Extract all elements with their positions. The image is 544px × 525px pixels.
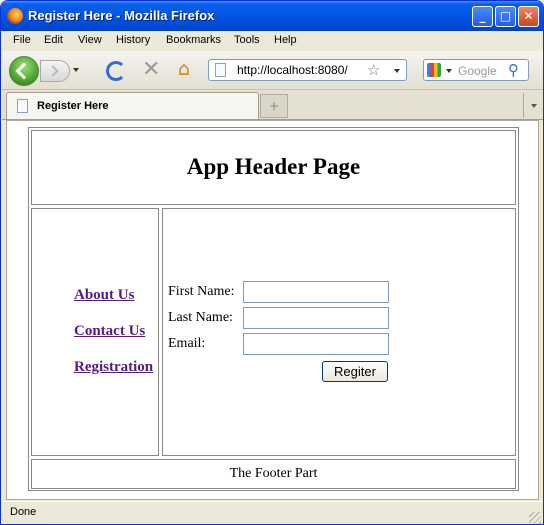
stop-icon[interactable]: ✕ bbox=[142, 59, 160, 81]
search-placeholder[interactable]: Google bbox=[458, 64, 497, 78]
link-registration[interactable]: Registration bbox=[74, 359, 153, 376]
menu-bookmarks[interactable]: Bookmarks bbox=[166, 34, 221, 46]
first-name-field[interactable] bbox=[243, 281, 389, 303]
link-contact-us[interactable]: Contact Us bbox=[74, 323, 145, 340]
nav-cell: About Us Contact Us Registration bbox=[31, 208, 159, 456]
status-bar: Done bbox=[2, 501, 543, 524]
menu-view[interactable]: View bbox=[78, 34, 102, 46]
page-icon bbox=[215, 63, 226, 77]
page-title: App Header Page bbox=[186, 154, 361, 179]
window-title: Register Here - Mozilla Firefox bbox=[28, 8, 215, 23]
tab-list-dropdown-icon[interactable] bbox=[523, 93, 543, 118]
form-cell: First Name: Last Name: Email: Regiter bbox=[162, 208, 516, 456]
menu-tools[interactable]: Tools bbox=[234, 34, 260, 46]
page-icon bbox=[17, 99, 28, 113]
register-button[interactable]: Regiter bbox=[322, 361, 388, 382]
resize-grip-icon[interactable] bbox=[529, 512, 541, 524]
firefox-icon bbox=[7, 8, 23, 24]
new-tab-button[interactable]: + bbox=[260, 94, 288, 118]
link-about-us[interactable]: About Us bbox=[74, 287, 134, 304]
forward-button[interactable] bbox=[40, 60, 70, 82]
header-cell: App Header Page bbox=[31, 130, 516, 205]
tab-register-here[interactable]: Register Here bbox=[6, 92, 259, 119]
menu-file[interactable]: File bbox=[13, 34, 31, 46]
menu-help[interactable]: Help bbox=[274, 34, 297, 46]
bookmark-star-icon[interactable]: ☆ bbox=[367, 61, 380, 79]
tab-label: Register Here bbox=[37, 100, 109, 112]
url-text[interactable]: http://localhost:8080/ bbox=[237, 63, 361, 77]
tab-strip: Register Here + bbox=[2, 90, 543, 120]
menu-history[interactable]: History bbox=[116, 34, 150, 46]
address-bar[interactable]: http://localhost:8080/ ☆ bbox=[208, 59, 407, 81]
search-icon[interactable]: ⚲ bbox=[508, 61, 519, 79]
menu-bar: File Edit View History Bookmarks Tools H… bbox=[2, 31, 543, 51]
last-name-label: Last Name: bbox=[168, 310, 233, 325]
page-content: App Header Page About Us Contact Us Regi… bbox=[6, 120, 539, 500]
history-dropdown-icon[interactable] bbox=[73, 68, 79, 72]
search-engine-dropdown-icon[interactable] bbox=[446, 69, 452, 73]
status-text: Done bbox=[10, 506, 37, 518]
footer-cell: The Footer Part bbox=[31, 459, 516, 489]
menu-edit[interactable]: Edit bbox=[44, 34, 63, 46]
google-icon[interactable] bbox=[427, 63, 441, 77]
search-bar[interactable]: Google ⚲ bbox=[423, 59, 529, 81]
layout-table: App Header Page About Us Contact Us Regi… bbox=[28, 127, 519, 491]
home-icon[interactable]: ⌂ bbox=[178, 60, 190, 79]
back-button[interactable] bbox=[9, 56, 39, 86]
title-bar[interactable]: Register Here - Mozilla Firefox _ □ ✕ bbox=[1, 1, 543, 31]
first-name-label: First Name: bbox=[168, 284, 235, 299]
browser-window: Register Here - Mozilla Firefox _ □ ✕ Fi… bbox=[0, 0, 544, 525]
email-field[interactable] bbox=[243, 333, 389, 355]
maximize-button[interactable]: □ bbox=[495, 6, 516, 27]
close-button[interactable]: ✕ bbox=[518, 6, 539, 27]
navigation-toolbar: ✕ ⌂ http://localhost:8080/ ☆ Google ⚲ bbox=[2, 51, 543, 90]
footer-text: The Footer Part bbox=[229, 466, 318, 481]
last-name-field[interactable] bbox=[243, 307, 389, 329]
minimize-button[interactable]: _ bbox=[472, 6, 493, 27]
url-dropdown-icon[interactable] bbox=[394, 69, 400, 73]
email-label: Email: bbox=[168, 336, 206, 351]
reload-icon[interactable] bbox=[106, 61, 126, 81]
